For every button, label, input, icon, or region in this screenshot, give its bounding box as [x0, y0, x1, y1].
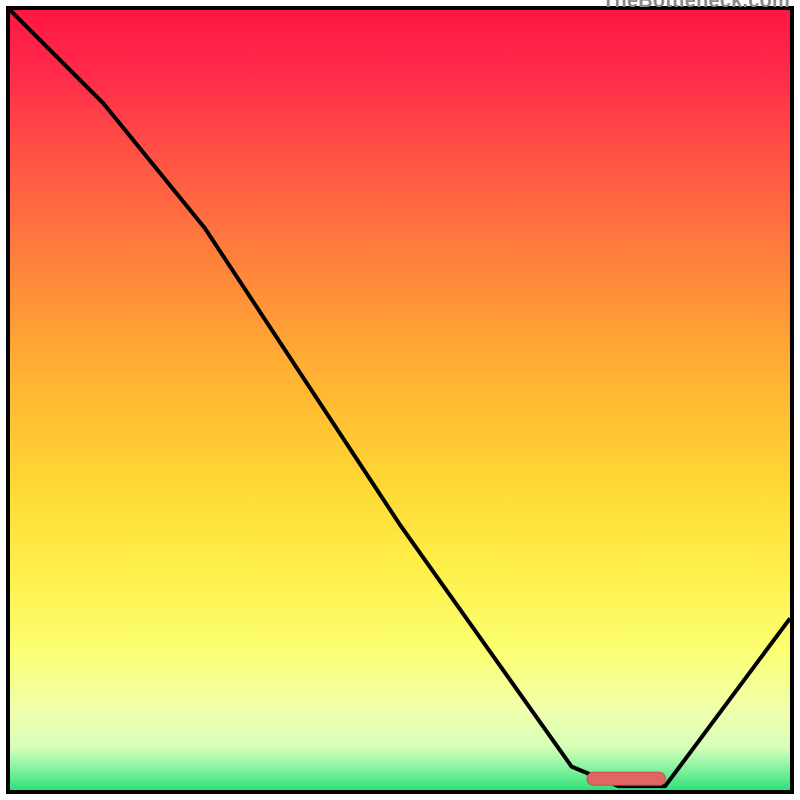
gradient-background	[10, 10, 790, 790]
optimal-range-marker	[587, 772, 665, 785]
chart-plot	[10, 10, 790, 790]
chart-frame: TheBottleneck.com	[6, 6, 794, 794]
